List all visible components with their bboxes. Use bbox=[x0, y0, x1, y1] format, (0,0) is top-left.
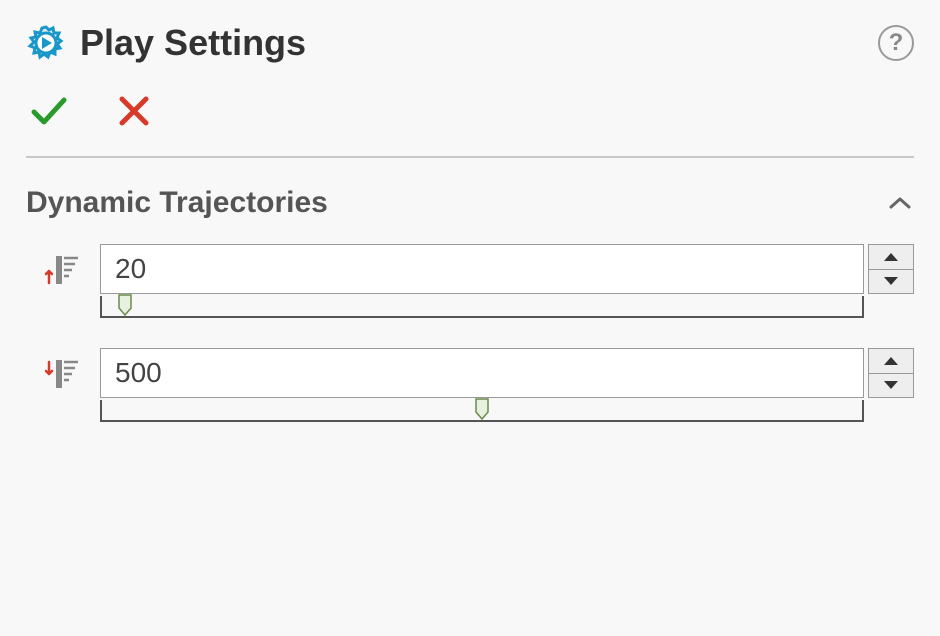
panel-header: Play Settings ? bbox=[26, 22, 914, 64]
min-trajectory-input[interactable] bbox=[100, 244, 864, 294]
section-header[interactable]: Dynamic Trajectories bbox=[26, 186, 914, 220]
max-trajectory-icon bbox=[42, 354, 82, 394]
divider bbox=[26, 156, 914, 158]
slider-track[interactable] bbox=[100, 296, 864, 318]
spin-up-button[interactable] bbox=[868, 244, 914, 270]
apply-button[interactable] bbox=[30, 94, 68, 128]
chevron-up-icon bbox=[886, 189, 914, 217]
max-trajectory-input[interactable] bbox=[100, 348, 864, 398]
help-icon[interactable]: ? bbox=[878, 25, 914, 61]
page-title: Play Settings bbox=[80, 22, 306, 64]
play-gear-icon bbox=[26, 23, 66, 63]
action-buttons bbox=[26, 94, 914, 128]
play-settings-panel: Play Settings ? Dynamic Trajectories bbox=[0, 0, 940, 474]
section-title: Dynamic Trajectories bbox=[26, 186, 328, 220]
field-control bbox=[100, 244, 914, 318]
field-control bbox=[100, 348, 914, 422]
spin-up-button[interactable] bbox=[868, 348, 914, 374]
cancel-button[interactable] bbox=[118, 95, 150, 127]
field-row bbox=[26, 244, 914, 318]
spin-buttons bbox=[868, 244, 914, 294]
slider-thumb[interactable] bbox=[475, 398, 489, 420]
field-row bbox=[26, 348, 914, 422]
slider-thumb[interactable] bbox=[118, 294, 132, 316]
min-trajectory-icon bbox=[42, 250, 82, 290]
spinner bbox=[100, 348, 914, 398]
spinner bbox=[100, 244, 914, 294]
slider-track[interactable] bbox=[100, 400, 864, 422]
spin-down-button[interactable] bbox=[868, 374, 914, 399]
title-group: Play Settings bbox=[26, 22, 306, 64]
spin-down-button[interactable] bbox=[868, 270, 914, 295]
spin-buttons bbox=[868, 348, 914, 398]
